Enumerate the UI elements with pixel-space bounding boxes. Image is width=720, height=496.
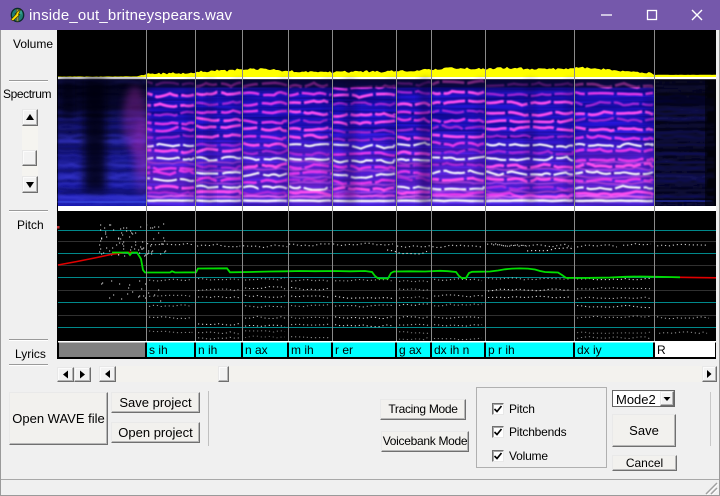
svg-text:g ax: g ax [399, 343, 422, 357]
svg-text:R: R [657, 343, 666, 357]
svg-text:dx ih n: dx ih n [434, 343, 469, 357]
svg-text:n ih: n ih [198, 343, 217, 357]
svg-text:m ih: m ih [291, 343, 314, 357]
svg-text:s ih: s ih [149, 343, 168, 357]
svg-text:n ax: n ax [245, 343, 268, 357]
svg-text:dx iy: dx iy [577, 343, 602, 357]
svg-text:r er: r er [335, 343, 353, 357]
svg-text:p r ih: p r ih [488, 343, 515, 357]
